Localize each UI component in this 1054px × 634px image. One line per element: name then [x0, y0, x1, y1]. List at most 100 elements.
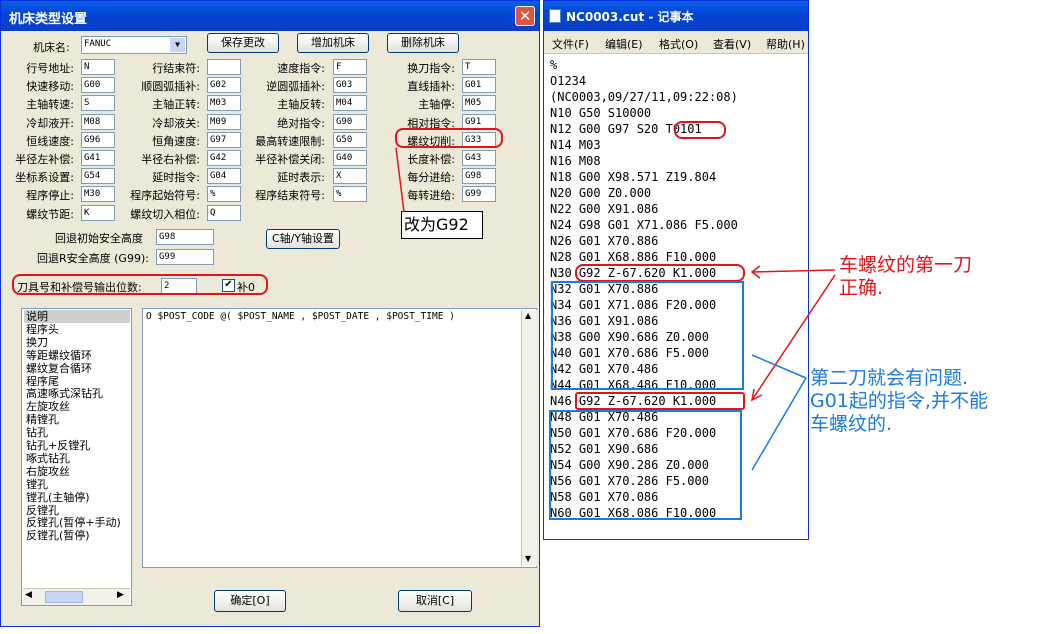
param-field[interactable]: M03	[207, 95, 241, 111]
list-item[interactable]: 螺纹复合循环	[26, 362, 92, 375]
blue-note-line-2: G01起的指令,并不能	[810, 390, 988, 412]
chevron-up-icon[interactable]: ▲	[525, 311, 531, 320]
menu-help[interactable]: 帮助(H)	[766, 36, 805, 52]
cancel-button[interactable]: 取消[C]	[398, 590, 472, 612]
delete-machine-button[interactable]: 删除机床	[387, 33, 459, 53]
retract-r-field[interactable]: G99	[156, 249, 214, 265]
param-field[interactable]: %	[333, 186, 367, 202]
list-item[interactable]: 啄式钻孔	[26, 452, 70, 465]
list-item[interactable]: 等距螺纹循环	[26, 349, 92, 362]
list-item[interactable]: 反镗孔	[26, 504, 59, 517]
param-label: 恒角速度:	[152, 135, 200, 148]
param-field[interactable]: G98	[462, 168, 496, 184]
param-label: 逆圆弧插补:	[266, 80, 325, 93]
save-changes-button[interactable]: 保存更改	[207, 33, 279, 53]
param-field[interactable]: G04	[207, 168, 241, 184]
menu-edit[interactable]: 编辑(E)	[605, 36, 643, 52]
scroll-thumb[interactable]	[45, 591, 83, 603]
ok-button[interactable]: 确定[O]	[214, 590, 286, 612]
param-field[interactable]: G43	[462, 150, 496, 166]
param-field[interactable]: M09	[207, 114, 241, 130]
list-item[interactable]: 右旋攻丝	[26, 465, 70, 478]
list-item[interactable]: 左旋攻丝	[26, 400, 70, 413]
param-field[interactable]: G41	[81, 150, 115, 166]
param-field[interactable]: Q	[207, 205, 241, 221]
param-field[interactable]: %	[207, 186, 241, 202]
code-line: N22 G00 X91.086	[550, 202, 659, 216]
menu-view[interactable]: 查看(V)	[713, 36, 751, 52]
param-field[interactable]: G01	[462, 77, 496, 93]
c-y-axis-settings-button[interactable]: C轴/Y轴设置	[266, 229, 340, 249]
chevron-left-icon[interactable]: ◀	[25, 590, 32, 600]
list-item[interactable]: 程序头	[26, 323, 59, 336]
first-block-box	[551, 281, 744, 390]
dialog-title: 机床类型设置	[9, 12, 88, 27]
list-item[interactable]: 反镗孔(暂停)	[26, 529, 90, 542]
param-field[interactable]: M05	[462, 95, 496, 111]
menu-file[interactable]: 文件(F)	[552, 36, 589, 52]
param-field[interactable]: X	[333, 168, 367, 184]
list-item[interactable]: 钻孔	[26, 426, 48, 439]
param-label: 绝对指令:	[277, 117, 325, 130]
tool-digits-highlight	[12, 274, 268, 295]
add-machine-button[interactable]: 增加机床	[297, 33, 369, 53]
param-field[interactable]: M04	[333, 95, 367, 111]
machine-type-dialog: 机床类型设置 ✕ 机床名: FANUC ▼ 保存更改 增加机床 删除机床 行号地…	[0, 0, 540, 627]
param-field[interactable]: G00	[81, 77, 115, 93]
list-item[interactable]: 镗孔	[26, 478, 48, 491]
param-field[interactable]: G96	[81, 132, 115, 148]
param-field[interactable]: K	[81, 205, 115, 221]
param-field[interactable]: G90	[333, 114, 367, 130]
change-to-g92-note: 改为G92	[401, 211, 483, 239]
param-field[interactable]: G42	[207, 150, 241, 166]
param-field[interactable]: G50	[333, 132, 367, 148]
machine-name-select[interactable]: FANUC ▼	[81, 36, 187, 54]
code-editor[interactable]: O $POST_CODE @( $POST_NAME , $POST_DATE …	[142, 308, 537, 568]
param-field[interactable]: S	[81, 95, 115, 111]
list-item[interactable]: 精镗孔	[26, 413, 59, 426]
list-item[interactable]: 镗孔(主轴停)	[26, 491, 90, 504]
horizontal-scrollbar[interactable]: ◀ ▶	[23, 588, 130, 605]
menu-format[interactable]: 格式(O)	[659, 36, 698, 52]
dialog-title-bar[interactable]: 机床类型设置 ✕	[1, 1, 539, 31]
list-item[interactable]: 说明	[26, 310, 48, 323]
param-field[interactable]: N	[81, 59, 115, 75]
tool-code-highlight	[674, 121, 726, 139]
param-field[interactable]: G02	[207, 77, 241, 93]
param-field[interactable]: G99	[462, 186, 496, 202]
param-label: 换刀指令:	[407, 62, 455, 75]
param-field[interactable]: M30	[81, 186, 115, 202]
chevron-down-icon[interactable]: ▼	[525, 554, 531, 563]
code-line: N24 G98 G01 X71.086 F5.000	[550, 218, 738, 232]
param-field[interactable]: G03	[333, 77, 367, 93]
notepad-title-bar[interactable]: NC0003.cut - 记事本	[544, 1, 808, 31]
chevron-right-icon[interactable]: ▶	[117, 590, 124, 600]
list-item[interactable]: 高速啄式深钻孔	[26, 387, 103, 400]
param-label: 恒线速度:	[26, 135, 74, 148]
red-note-line-1: 车螺纹的第一刀	[839, 254, 973, 276]
param-field[interactable]	[207, 59, 241, 75]
param-label: 半径左补偿:	[15, 153, 74, 166]
param-label: 程序停止:	[26, 189, 74, 202]
vertical-scrollbar[interactable]: ▲ ▼	[521, 310, 537, 566]
param-label: 每转进给:	[407, 189, 455, 202]
first-cut-highlight	[575, 264, 745, 282]
param-field[interactable]: G40	[333, 150, 367, 166]
list-item[interactable]: 反镗孔(暂停+手动)	[26, 516, 121, 529]
list-item[interactable]: 钻孔+反镗孔	[26, 439, 90, 452]
close-icon[interactable]: ✕	[515, 6, 535, 26]
param-field[interactable]: F	[333, 59, 367, 75]
chevron-down-icon[interactable]: ▼	[170, 38, 185, 52]
section-list[interactable]: 说明 程序头 换刀 等距螺纹循环 螺纹复合循环 程序尾 高速啄式深钻孔 左旋攻丝 精镗孔 钻孔 钻孔…	[21, 308, 132, 606]
param-field[interactable]: G97	[207, 132, 241, 148]
list-item[interactable]: 换刀	[26, 336, 48, 349]
code-line: N20 G00 Z0.000	[550, 186, 652, 200]
list-item[interactable]: 程序尾	[26, 375, 59, 388]
param-label: 冷却液关:	[152, 117, 200, 130]
param-label: 长度补偿:	[407, 153, 455, 166]
param-field[interactable]: T	[462, 59, 496, 75]
param-field[interactable]: M08	[81, 114, 115, 130]
param-field[interactable]: G54	[81, 168, 115, 184]
param-label: 快速移动:	[26, 80, 74, 93]
retract-init-field[interactable]: G98	[156, 229, 214, 245]
